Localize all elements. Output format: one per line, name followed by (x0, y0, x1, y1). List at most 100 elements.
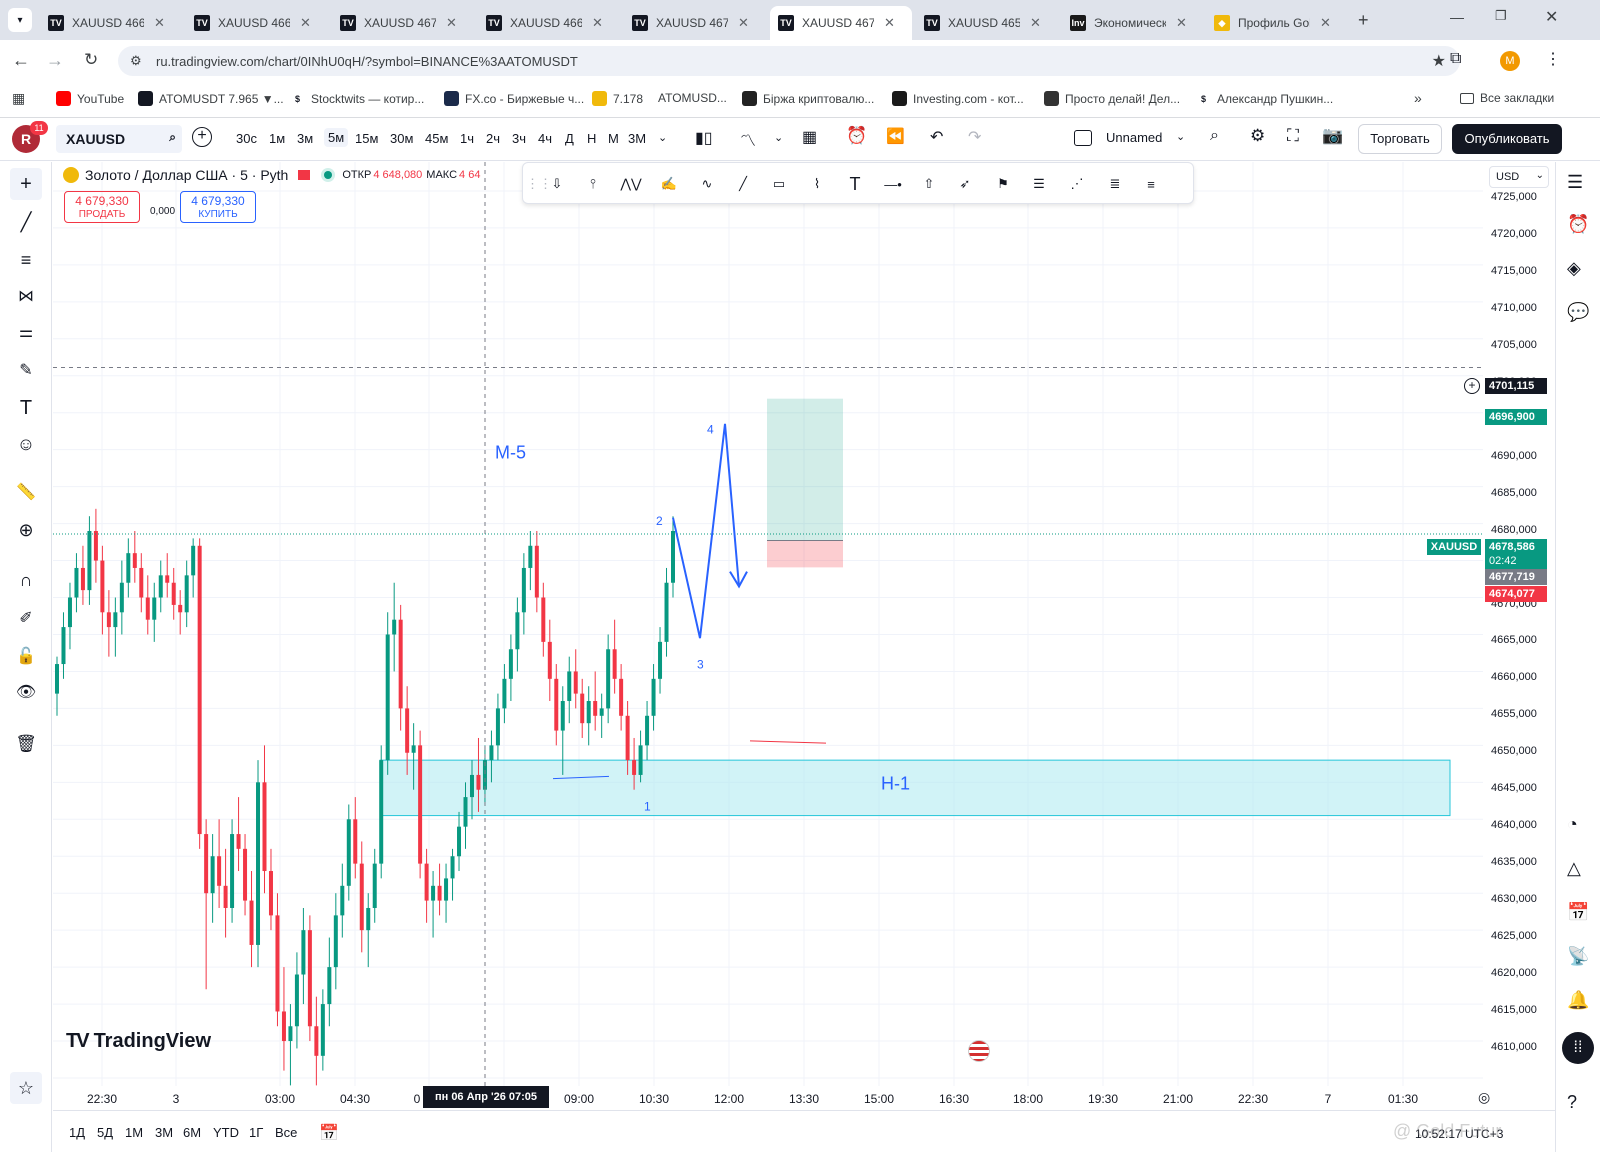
new-tab-button[interactable]: + (1358, 10, 1369, 31)
price-scale[interactable]: USD ⌄ 4725,000 4720,000 4715,000 4710,000 47… (1483, 162, 1555, 1086)
range-button[interactable]: YTD (213, 1125, 239, 1140)
browser-tab[interactable]: ◆ Профиль Gold ✕ (1206, 6, 1348, 40)
fib-levels-icon[interactable]: ≡ (1139, 172, 1163, 196)
prediction-tool-icon[interactable]: ⚌ (10, 316, 42, 348)
symbol-search[interactable]: XAUUSD ⌕ (56, 125, 182, 153)
bookmark-item[interactable]: Просто делай! Дел... (1044, 91, 1180, 106)
tab-close-icon[interactable]: ✕ (592, 15, 603, 31)
bookmark-item[interactable]: 7.178 (592, 91, 643, 106)
timeframe-button[interactable]: 30с (236, 131, 257, 146)
emoji-tool-icon[interactable]: ☺ (10, 428, 42, 460)
timeframe-button[interactable]: 15м (355, 131, 378, 146)
reload-icon[interactable]: ↻ (84, 50, 98, 70)
us-economic-event-icon[interactable] (968, 1040, 990, 1062)
browser-tab[interactable]: TV XAUUSD 4663 ✕ (186, 6, 328, 40)
bookmark-item[interactable]: Investing.com - кот... (892, 91, 1024, 106)
sell-button[interactable]: 4 679,330 ПРОДАТЬ (64, 191, 140, 223)
tab-close-icon[interactable]: ✕ (300, 15, 311, 31)
stay-drawing-icon[interactable]: ✐ (10, 602, 42, 634)
notifications-bell-icon[interactable]: 🔔 (1567, 990, 1589, 1011)
tab-close-icon[interactable]: ✕ (1320, 15, 1331, 31)
timeframe-button[interactable]: 5м (324, 128, 349, 147)
tab-close-icon[interactable]: ✕ (738, 15, 749, 31)
arrow-down-tool-icon[interactable]: ⇩ (545, 172, 569, 196)
alert-icon[interactable]: ⏰ (846, 126, 867, 146)
browser-tab[interactable]: TV XAUUSD 4664 ✕ (40, 6, 182, 40)
buy-button[interactable]: 4 679,330 КУПИТЬ (180, 191, 256, 223)
brush-tool-icon[interactable]: ✎ (10, 354, 42, 386)
quick-search-icon[interactable]: ⌕ (1210, 127, 1219, 145)
timeframe-button[interactable]: 4ч (538, 131, 552, 146)
timeframe-button[interactable]: 1ч (460, 131, 474, 146)
help-icon[interactable]: ? (1567, 1092, 1577, 1113)
tab-close-icon[interactable]: ✕ (446, 15, 457, 31)
replay-icon[interactable]: ⏪ (886, 127, 905, 145)
forward-icon[interactable]: → (46, 50, 64, 71)
undo-icon[interactable]: ↶ (930, 127, 943, 147)
browser-tab[interactable]: TV XAUUSD 4678 ✕ (332, 6, 474, 40)
browser-tab[interactable]: TV XAUUSD 4653 ✕ (916, 6, 1058, 40)
fib-retracement-icon[interactable]: ≣ (1103, 172, 1127, 196)
browser-tab[interactable]: TV XAUUSD 4679 ✕ (770, 6, 912, 40)
arrow-marker-icon[interactable]: ➶ (953, 172, 977, 196)
indicators-icon[interactable]: 〽 (740, 127, 756, 151)
apps-grid-icon[interactable]: ⁞⁞ (1562, 1032, 1594, 1064)
timeframe-button[interactable]: 2ч (486, 131, 500, 146)
date-range-icon[interactable]: 📅 (319, 1123, 339, 1143)
url-field[interactable]: ⚙ ru.tradingview.com/chart/0INhU0qH/?sym… (118, 46, 1460, 76)
minimize-button[interactable]: — (1450, 9, 1464, 25)
scale-settings-icon[interactable]: ◎ (1478, 1089, 1490, 1106)
crosshair-plus-icon[interactable]: + (1464, 378, 1480, 394)
chart-pane[interactable]: M-5 H-1 1 2 3 4 (53, 162, 1483, 1086)
watchlist-icon[interactable]: ☰ (1567, 172, 1583, 193)
calendar-icon[interactable]: 📅 (1567, 902, 1589, 923)
brush-tool2-icon[interactable]: ✍ (657, 172, 681, 196)
line-tool-icon[interactable]: ╱ (731, 172, 755, 196)
crosshair-tool-icon[interactable]: + (10, 168, 42, 200)
profile-avatar[interactable]: M (1500, 51, 1520, 71)
range-button[interactable]: 1М (125, 1125, 143, 1140)
browser-menu-icon[interactable]: ⋮ (1545, 49, 1561, 69)
timeframe-button[interactable]: 1м (269, 131, 285, 146)
arrow-up-tool-icon[interactable]: ⇧ (917, 172, 941, 196)
tab-close-icon[interactable]: ✕ (884, 15, 895, 31)
site-info-icon[interactable]: ⚙ (130, 53, 142, 69)
layers-icon[interactable]: ◈ (1567, 258, 1581, 279)
more-bookmarks-icon[interactable]: » (1414, 90, 1422, 106)
bookmark-item[interactable]: ATOMUSDT 7.965 ▼... (138, 91, 284, 106)
browser-tab[interactable]: TV XAUUSD 4665 ✕ (478, 6, 620, 40)
text-tool2-icon[interactable]: T (843, 172, 867, 196)
abcd-tool-icon[interactable]: ⋰ (1065, 172, 1089, 196)
chat-icon[interactable]: 💬 (1567, 302, 1589, 323)
trend-line-tool-icon[interactable]: ╱ (10, 206, 42, 238)
chart-canvas[interactable]: M-5 H-1 1 2 3 4 (53, 162, 1483, 1086)
compare-add-icon[interactable]: + (192, 127, 212, 147)
tradingview-logo[interactable]: TV TradingView (66, 1030, 211, 1053)
settings-icon[interactable]: ⚙ (1250, 126, 1265, 146)
currency-select[interactable]: USD ⌄ (1489, 166, 1549, 188)
range-button[interactable]: 1Д (69, 1125, 85, 1140)
range-button[interactable]: 1Г (249, 1125, 263, 1140)
fib-channel-icon[interactable]: ☰ (1027, 172, 1051, 196)
bar-pattern-tool-icon[interactable]: ⫯ (581, 172, 605, 196)
all-bookmarks[interactable]: Все закладки (1460, 91, 1554, 105)
range-button[interactable]: 3М (155, 1125, 173, 1140)
horizontal-ray-icon[interactable]: —• (881, 172, 905, 196)
text-tool-icon[interactable]: T (10, 392, 42, 424)
speedometer-icon[interactable]: ◔ (1567, 814, 1578, 835)
bookmark-item[interactable]: YouTube (56, 91, 124, 106)
wave-tool-icon[interactable]: ∿ (695, 172, 719, 196)
alerts-icon[interactable]: ⏰ (1567, 214, 1589, 235)
back-icon[interactable]: ← (12, 50, 30, 71)
flag-tool-icon[interactable]: ⚑ (991, 172, 1015, 196)
ideas-icon[interactable]: △ (1567, 858, 1581, 879)
fullscreen-icon[interactable]: ⛶ (1287, 126, 1299, 146)
bookmark-item[interactable]: Біржа криптовалю... (742, 91, 874, 106)
timeframe-button[interactable]: Д (565, 131, 574, 146)
bookmark-item[interactable]: $ Stocktwits — котир... (290, 91, 424, 106)
bookmark-item[interactable]: FX.co - Биржевые ч... (444, 91, 584, 106)
indicators-dropdown-icon[interactable]: ⌄ (774, 131, 783, 144)
browser-tab[interactable]: Inv Экономическ ✕ (1062, 6, 1204, 40)
rectangle-tool-icon[interactable]: ▭ (767, 172, 791, 196)
browser-tab[interactable]: TV XAUUSD 4678 ✕ (624, 6, 766, 40)
